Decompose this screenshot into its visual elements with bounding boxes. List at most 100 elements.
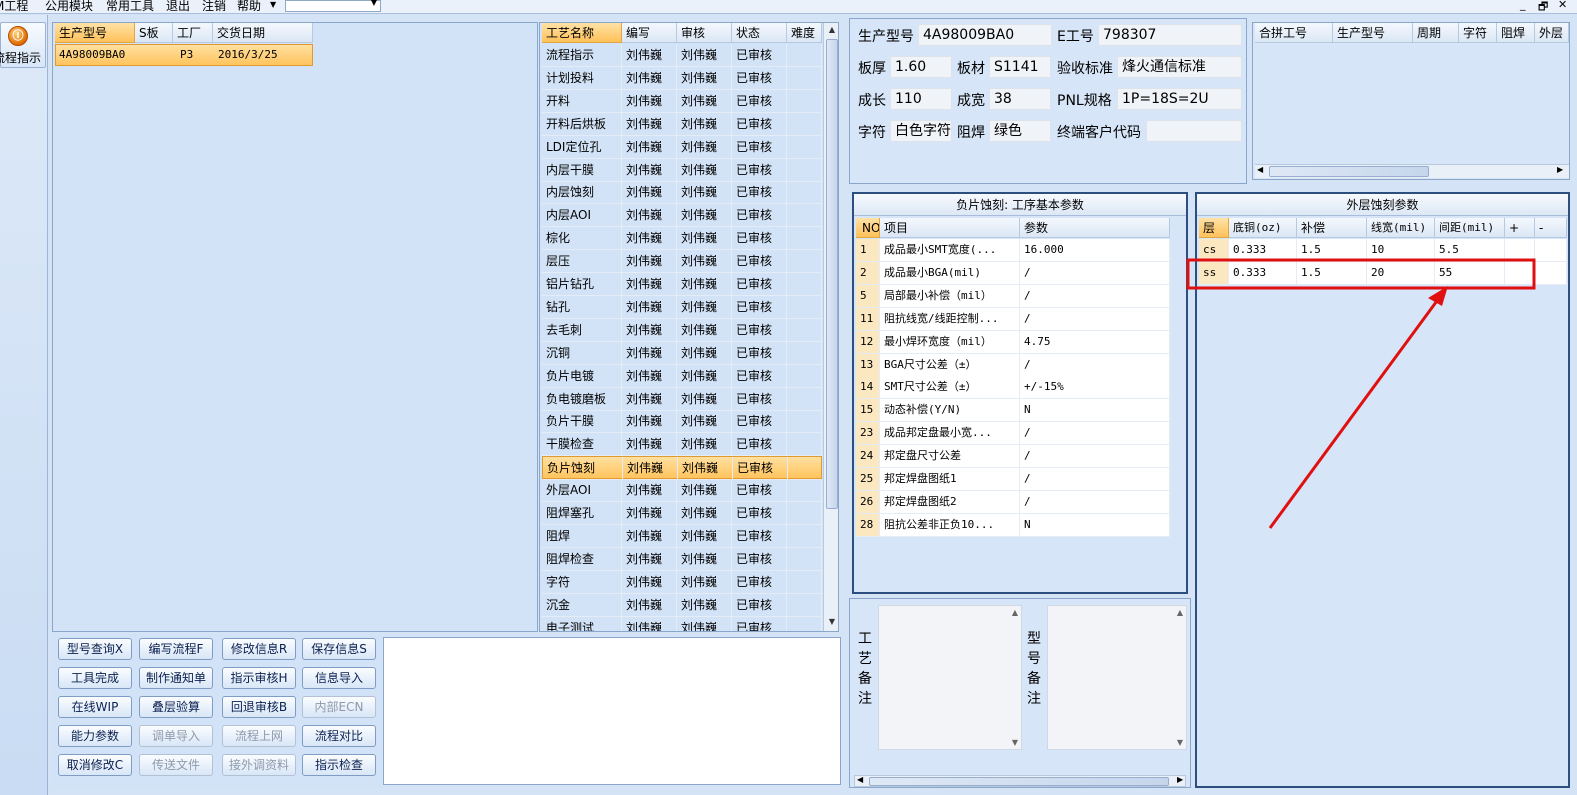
action-button[interactable]: 内部ECN [302,696,376,718]
minimize-icon[interactable]: _ [1520,0,1526,11]
col-header-process-name[interactable]: 工艺名称 [542,23,622,43]
scroll-thumb[interactable] [1269,166,1429,177]
table-row[interactable]: 外层AOI 刘伟巍 刘伟巍 已审核 [542,479,822,503]
action-button[interactable]: 传送文件 [139,754,213,776]
table-row[interactable]: 字符 刘伟巍 刘伟巍 已审核 [542,570,822,594]
table-row[interactable]: 沉铜 刘伟巍 刘伟巍 已审核 [542,341,822,365]
table-row[interactable]: 负片干膜 刘伟巍 刘伟巍 已审核 [542,410,822,434]
scroll-down-icon[interactable]: ▼ [825,617,838,626]
table-row[interactable]: 4A98009BA0 P3 2016/3/25 [55,44,313,66]
action-button[interactable]: 叠层验算 [139,696,213,718]
action-button[interactable]: 制作通知单 [139,667,213,689]
table-row[interactable]: 开料后烘板 刘伟巍 刘伟巍 已审核 [542,112,822,136]
col-header-char[interactable]: 字符 [1459,23,1497,43]
model-remark-textarea[interactable]: ▲ ▼ [1047,605,1187,750]
table-row[interactable]: 内层蚀刻 刘伟巍 刘伟巍 已审核 [542,181,822,205]
action-button[interactable]: 流程对比 [302,725,376,747]
table-row[interactable]: 流程指示 刘伟巍 刘伟巍 已审核 [542,44,822,67]
col-header-s-board[interactable]: S板 [135,23,173,43]
col-header-outer[interactable]: 外层 [1535,23,1569,43]
action-button[interactable]: 在线WIP [58,696,132,718]
scroll-up-icon[interactable]: ▲ [1012,608,1018,617]
table-row[interactable]: 开料 刘伟巍 刘伟巍 已审核 [542,89,822,113]
field-end-customer[interactable] [1146,120,1242,142]
action-button[interactable]: 指示审核H [222,667,296,689]
scroll-down-icon[interactable]: ▼ [1177,738,1183,747]
table-row[interactable]: 14 SMT尺寸公差（±） +/-15% [856,376,1170,400]
action-button[interactable]: 修改信息R [222,638,296,660]
col-header-item[interactable]: 项目 [880,218,1020,238]
process-scrollbar[interactable]: ▲ ▼ [823,23,838,631]
col-header-difficulty[interactable]: 难度 [787,23,822,43]
col-header-author[interactable]: 编写 [622,23,677,43]
table-row[interactable]: 电子测试 刘伟巍 刘伟巍 已审核 [542,616,822,631]
action-button[interactable]: 流程上网 [222,725,296,747]
table-row[interactable]: 5 局部最小补偿（mil） / [856,284,1170,308]
field-material[interactable]: S1141 [989,56,1051,78]
help-dropdown-icon[interactable]: ▼ [270,0,276,9]
col-header-merge-model[interactable]: 生产型号 [1333,23,1413,43]
field-soldermask[interactable]: 绿色 [989,120,1051,142]
table-row[interactable]: 铝片钻孔 刘伟巍 刘伟巍 已审核 [542,273,822,296]
scroll-up-icon[interactable]: ▲ [1177,608,1183,617]
message-area[interactable] [383,637,841,785]
field-thickness[interactable]: 1.60 [890,56,952,78]
scroll-up-icon[interactable]: ▲ [825,25,838,34]
scroll-thumb[interactable] [826,39,838,509]
menu-item-engineering[interactable]: M工程 [0,0,28,14]
action-button[interactable]: 型号查询X [58,638,132,660]
col-header-period[interactable]: 周期 [1413,23,1459,43]
remove-column-button[interactable]: - [1535,218,1567,238]
field-model[interactable]: 4A98009BA0 [918,24,1052,46]
table-row[interactable]: 1 成品最小SMT宽度(... 16.000 [856,239,1170,262]
table-row[interactable]: LDI定位孔 刘伟巍 刘伟巍 已审核 [542,135,822,159]
process-remark-textarea[interactable]: ▲ ▼ [878,605,1022,750]
field-e-number[interactable]: 798307 [1098,24,1242,46]
field-silkscreen[interactable]: 白色字符 [890,120,952,142]
table-row[interactable]: 13 BGA尺寸公差（±） / [856,353,1170,377]
col-header-layer[interactable]: 层 [1199,218,1229,238]
col-header-base-copper[interactable]: 底铜(oz) [1229,218,1297,238]
table-row[interactable]: 计划投料 刘伟巍 刘伟巍 已审核 [542,66,822,90]
table-row[interactable]: 内层AOI 刘伟巍 刘伟巍 已审核 [542,204,822,228]
menu-item-common-tools[interactable]: 常用工具 [106,0,154,14]
action-button[interactable]: 工具完成 [58,667,132,689]
table-row[interactable]: 沉金 刘伟巍 刘伟巍 已审核 [542,593,822,617]
col-header-line-width[interactable]: 线宽(mil) [1367,218,1435,238]
col-header-reviewer[interactable]: 审核 [677,23,732,43]
action-button[interactable]: 接外调资料 [222,754,296,776]
table-row[interactable]: 负片蚀刻 刘伟巍 刘伟巍 已审核 [542,456,822,481]
scroll-thumb[interactable] [869,777,1169,786]
menu-item-exit[interactable]: 退出 [166,0,190,14]
table-row[interactable]: 阻焊检查 刘伟巍 刘伟巍 已审核 [542,547,822,571]
table-row[interactable]: 阻焊塞孔 刘伟巍 刘伟巍 已审核 [542,502,822,525]
action-button[interactable]: 指示检查 [302,754,376,776]
field-acceptance[interactable]: 烽火通信标准 [1117,56,1242,78]
field-pnl[interactable]: 1P=18S=2U [1117,88,1242,110]
flow-indicator-button[interactable]: Ⓘ 流程指示 [0,22,46,68]
table-row[interactable]: 28 阻抗公差非正负10... N [856,513,1170,537]
col-header-spacing[interactable]: 间距(mil) [1435,218,1505,238]
table-row[interactable]: 棕化 刘伟巍 刘伟巍 已审核 [542,227,822,251]
menu-item-common-modules[interactable]: 公用模块 [45,0,93,14]
table-row[interactable]: 11 阻抗线宽/线距控制... / [856,307,1170,331]
action-button[interactable]: 调单导入 [139,725,213,747]
col-header-no[interactable]: NO [856,218,880,238]
scroll-left-icon[interactable]: ◀ [1257,165,1263,174]
scroll-down-icon[interactable]: ▼ [1012,738,1018,747]
table-row[interactable]: 26 邦定焊盘图纸2/ [856,490,1170,514]
col-header-mask[interactable]: 阻焊 [1497,23,1535,43]
table-row[interactable]: 钻孔 刘伟巍 刘伟巍 已审核 [542,295,822,319]
action-button[interactable]: 编写流程F [139,638,213,660]
col-header-factory[interactable]: 工厂 [173,23,213,43]
table-row[interactable]: 23 成品邦定盘最小宽... / [856,422,1170,446]
col-header-delivery-date[interactable]: 交货日期 [213,23,313,43]
table-row[interactable]: 干膜检查 刘伟巍 刘伟巍 已审核 [542,433,822,457]
table-row[interactable]: 25 邦定焊盘图纸1/ [856,468,1170,491]
table-row[interactable]: 2 成品最小BGA(mil) / [856,261,1170,285]
scroll-right-icon[interactable]: ▶ [1177,775,1183,784]
field-width[interactable]: 38 [989,88,1051,110]
menu-item-logout[interactable]: 注销 [202,0,226,14]
table-row[interactable]: 负片电镀 刘伟巍 刘伟巍 已审核 [542,364,822,388]
table-row[interactable]: 内层干膜 刘伟巍 刘伟巍 已审核 [542,158,822,182]
